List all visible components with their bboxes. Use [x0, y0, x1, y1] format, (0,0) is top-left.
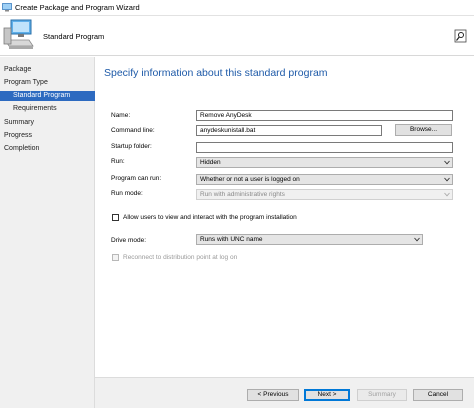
title-bar: Create Package and Program Wizard	[0, 0, 474, 16]
nav-item-standard-program[interactable]: Standard Program	[0, 91, 95, 101]
header-title: Standard Program	[43, 32, 105, 41]
summary-button[interactable]: Summary	[357, 389, 407, 401]
app-icon	[2, 3, 12, 12]
run-mode-label: Run mode:	[111, 190, 143, 197]
drive-mode-dropdown[interactable]: Runs with UNC name	[196, 234, 423, 245]
next-button[interactable]: Next >	[304, 389, 350, 401]
search-user-icon	[454, 29, 467, 43]
chevron-down-icon	[444, 177, 450, 182]
nav-item-program-type[interactable]: Program Type	[0, 78, 95, 88]
run-mode-dropdown[interactable]: Run with administrative rights	[196, 189, 453, 200]
name-label: Name:	[111, 112, 131, 119]
reconnect-label: Reconnect to distribution point at log o…	[123, 254, 238, 261]
startup-folder-field[interactable]	[196, 142, 453, 153]
main-panel: Specify information about this standard …	[95, 57, 474, 377]
run-dropdown[interactable]: Hidden	[196, 157, 453, 168]
program-can-run-value: Whether or not a user is logged on	[200, 176, 300, 183]
program-can-run-label: Program can run:	[111, 175, 162, 182]
nav-item-package[interactable]: Package	[0, 65, 95, 75]
drive-mode-value: Runs with UNC name	[200, 236, 263, 243]
reconnect-checkbox[interactable]	[112, 254, 119, 261]
cancel-button[interactable]: Cancel	[413, 389, 463, 401]
run-value: Hidden	[200, 159, 221, 166]
run-mode-value: Run with administrative rights	[200, 191, 285, 198]
chevron-down-icon	[444, 160, 450, 165]
command-line-field[interactable]: anydeskunistall.bat	[196, 125, 382, 136]
wizard-header: Standard Program	[0, 16, 474, 56]
wizard-computer-icon	[3, 19, 34, 49]
nav-item-summary[interactable]: Summary	[0, 118, 95, 128]
run-label: Run:	[111, 158, 125, 165]
program-can-run-dropdown[interactable]: Whether or not a user is logged on	[196, 174, 453, 185]
allow-users-label: Allow users to view and interact with th…	[123, 214, 297, 221]
chevron-down-icon	[444, 192, 450, 197]
startup-folder-label: Startup folder:	[111, 143, 152, 150]
window-title: Create Package and Program Wizard	[15, 3, 140, 12]
name-field[interactable]: Remove AnyDesk	[196, 110, 453, 121]
allow-users-checkbox[interactable]	[112, 214, 119, 221]
nav-item-completion[interactable]: Completion	[0, 144, 95, 154]
nav-item-requirements[interactable]: Requirements	[0, 104, 95, 114]
page-title: Specify information about this standard …	[104, 67, 328, 79]
wizard-sidebar: Package Program Type Standard Program Re…	[0, 57, 95, 408]
previous-button[interactable]: < Previous	[247, 389, 299, 401]
wizard-footer: < Previous Next > Summary Cancel	[95, 377, 474, 408]
browse-button[interactable]: Browse...	[395, 124, 452, 136]
nav-item-progress[interactable]: Progress	[0, 131, 95, 141]
chevron-down-icon	[414, 237, 420, 242]
drive-mode-label: Drive mode:	[111, 237, 147, 244]
command-line-label: Command line:	[111, 127, 155, 134]
